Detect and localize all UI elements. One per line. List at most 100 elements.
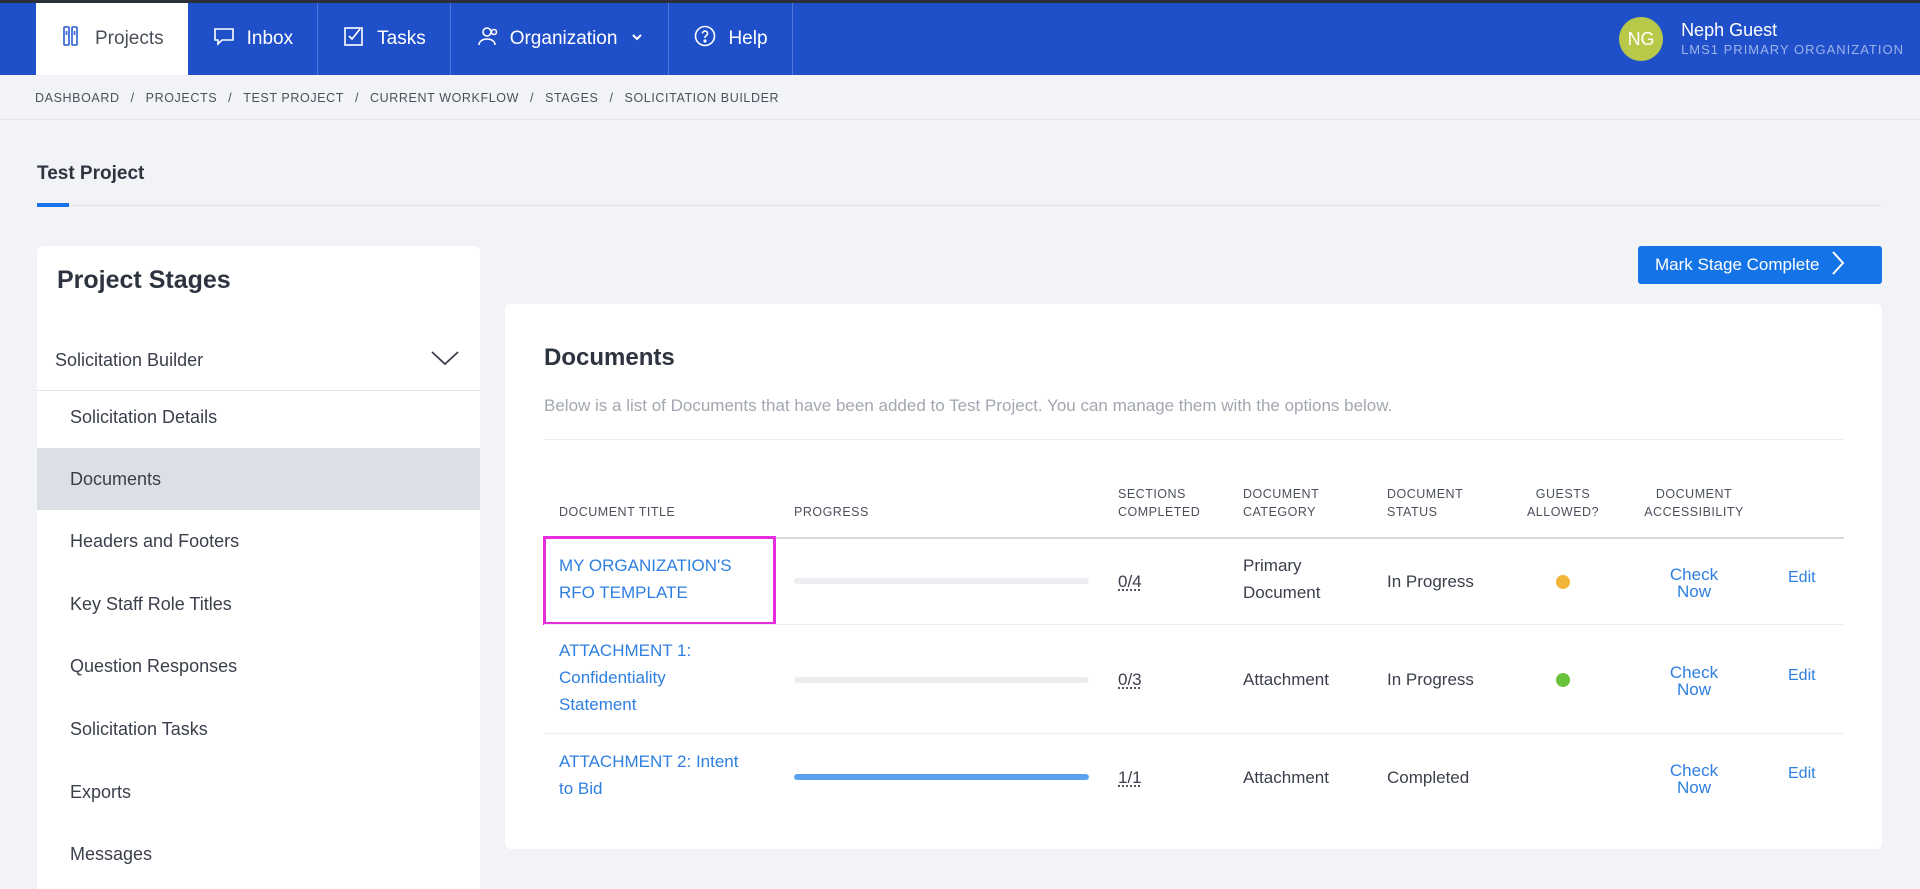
stage-item-label: Exports: [70, 781, 132, 802]
progress-bar-fill: [794, 774, 1089, 780]
nav-projects[interactable]: Projects: [36, 3, 188, 75]
user-info: Neph Guest LMS1 PRIMARY ORGANIZATION: [1681, 19, 1904, 59]
breadcrumb: DASHBOARD / PROJECTS / TEST PROJECT / CURRE…: [35, 91, 780, 105]
stage-item-documents[interactable]: Documents: [37, 448, 480, 510]
breadcrumb-current-workflow[interactable]: CURRENT WORKFLOW: [370, 91, 519, 105]
column-header-progress: PROGRESS: [794, 505, 869, 519]
row-divider: [544, 733, 1844, 734]
chevron-down-icon: [430, 349, 460, 372]
column-header-document-title: DOCUMENT TITLE: [559, 505, 676, 519]
documents-divider: [544, 439, 1844, 440]
inbox-icon: [212, 24, 236, 54]
stage-item-exports[interactable]: Exports: [37, 761, 480, 823]
column-header-line: DOCUMENT: [1387, 487, 1464, 501]
mark-stage-complete-label: Mark Stage Complete: [1655, 255, 1820, 274]
check-now-line: Check: [1669, 761, 1719, 780]
column-header-document-accessibility: DOCUMENT ACCESSIBILITY: [1639, 485, 1749, 521]
document-title-link[interactable]: MY ORGANIZATION'S RFO TEMPLATE: [559, 552, 732, 606]
breadcrumb-projects[interactable]: PROJECTS: [146, 91, 217, 105]
progress-bar: [794, 578, 1089, 584]
column-header-line: STATUS: [1387, 505, 1438, 519]
breadcrumb-stages[interactable]: STAGES: [545, 91, 598, 105]
sections-completed: 1/1: [1118, 768, 1142, 787]
tasks-icon: [342, 24, 366, 54]
stage-dropdown-value: Solicitation Builder: [55, 350, 204, 370]
organization-icon: [475, 24, 499, 54]
user-menu[interactable]: NG Neph Guest LMS1 PRIMARY ORGANIZATION: [1619, 3, 1904, 75]
top-nav-bar: Projects Inbox Tasks Organization Help N…: [0, 0, 1920, 75]
stage-item-question-responses[interactable]: Question Responses: [37, 635, 480, 697]
check-now-link[interactable]: Check Now: [1649, 762, 1739, 796]
stage-item-label: Solicitation Details: [70, 406, 218, 427]
title-divider: [37, 205, 1881, 206]
column-header-line: COMPLETED: [1118, 505, 1201, 519]
avatar: NG: [1619, 17, 1664, 61]
project-stages-title: Project Stages: [57, 266, 231, 294]
nav-organization[interactable]: Organization: [451, 3, 670, 75]
main-nav: Projects Inbox Tasks Organization Help: [36, 3, 793, 75]
column-header-guests-allowed: GUESTS ALLOWED?: [1525, 485, 1601, 521]
chevron-down-icon: [628, 28, 644, 50]
stage-item-solicitation-tasks[interactable]: Solicitation Tasks: [37, 698, 480, 760]
check-now-line: Now: [1676, 582, 1711, 601]
document-title-line: to Bid: [559, 779, 603, 798]
document-title-line: ATTACHMENT 1:: [559, 641, 692, 660]
document-title-line: ATTACHMENT 2: Intent: [559, 752, 739, 771]
page-title[interactable]: Test Project: [37, 163, 144, 185]
row-divider: [544, 624, 1844, 625]
nav-help[interactable]: Help: [669, 3, 793, 75]
document-category: Attachment: [1243, 764, 1329, 791]
stage-item-label: Solicitation Tasks: [70, 718, 208, 739]
chevron-right-icon: [1831, 250, 1845, 281]
edit-link[interactable]: Edit: [1788, 667, 1816, 685]
stage-item-key-staff-role-titles[interactable]: Key Staff Role Titles: [37, 573, 480, 635]
stage-item-headers-and-footers[interactable]: Headers and Footers: [37, 510, 480, 572]
check-now-link[interactable]: Check Now: [1649, 664, 1739, 698]
nav-help-label: Help: [728, 28, 768, 49]
document-title-link[interactable]: ATTACHMENT 1: Confidentiality Statement: [559, 637, 691, 718]
stage-item-label: Key Staff Role Titles: [70, 593, 232, 614]
stage-dropdown[interactable]: Solicitation Builder: [37, 331, 480, 391]
active-tab-indicator: [37, 203, 69, 207]
column-header-document-status: DOCUMENT STATUS: [1387, 485, 1463, 521]
column-header-document-category: DOCUMENT CATEGORY: [1243, 485, 1319, 521]
user-organization: LMS1 PRIMARY ORGANIZATION: [1681, 42, 1904, 57]
stage-item-label: Documents: [70, 468, 162, 489]
breadcrumb-dashboard[interactable]: DASHBOARD: [35, 91, 120, 105]
document-category-line: Primary: [1243, 556, 1302, 575]
document-title-line: RFO TEMPLATE: [559, 583, 688, 602]
document-title-line: Statement: [559, 695, 637, 714]
check-now-line: Check: [1669, 565, 1719, 584]
progress-bar: [794, 774, 1089, 780]
column-header-sections-completed: SECTIONS COMPLETED: [1118, 485, 1200, 521]
nav-inbox-label: Inbox: [246, 28, 294, 49]
document-category-line: Attachment: [1243, 670, 1329, 689]
document-status: In Progress: [1387, 572, 1474, 591]
check-now-line: Check: [1669, 663, 1719, 682]
nav-organization-label: Organization: [509, 28, 618, 49]
nav-inbox[interactable]: Inbox: [188, 3, 319, 75]
document-category: Primary Document: [1243, 552, 1320, 606]
nav-tasks[interactable]: Tasks: [318, 3, 451, 75]
column-header-line: ACCESSIBILITY: [1644, 505, 1744, 519]
check-now-line: Now: [1676, 680, 1711, 699]
breadcrumb-divider: [0, 119, 1920, 120]
user-name: Neph Guest: [1681, 20, 1778, 40]
stage-item-solicitation-details[interactable]: Solicitation Details: [37, 386, 480, 448]
column-header-line: GUESTS: [1535, 487, 1591, 501]
nav-projects-label: Projects: [95, 28, 164, 49]
stage-item-label: Messages: [70, 843, 153, 864]
sections-completed: 0/4: [1118, 572, 1142, 591]
progress-bar: [794, 677, 1089, 683]
breadcrumb-test-project[interactable]: TEST PROJECT: [243, 91, 344, 105]
document-status: Completed: [1387, 768, 1470, 787]
breadcrumb-solicitation-builder: SOLICITATION BUILDER: [624, 91, 780, 105]
mark-stage-complete-button[interactable]: Mark Stage Complete: [1638, 246, 1882, 284]
edit-link[interactable]: Edit: [1788, 765, 1816, 783]
check-now-link[interactable]: Check Now: [1649, 566, 1739, 600]
edit-link[interactable]: Edit: [1788, 569, 1816, 587]
document-status: In Progress: [1387, 670, 1474, 689]
stage-item-messages[interactable]: Messages: [37, 823, 480, 885]
projects-icon: [60, 24, 84, 54]
document-title-link[interactable]: ATTACHMENT 2: Intent to Bid: [559, 748, 739, 802]
